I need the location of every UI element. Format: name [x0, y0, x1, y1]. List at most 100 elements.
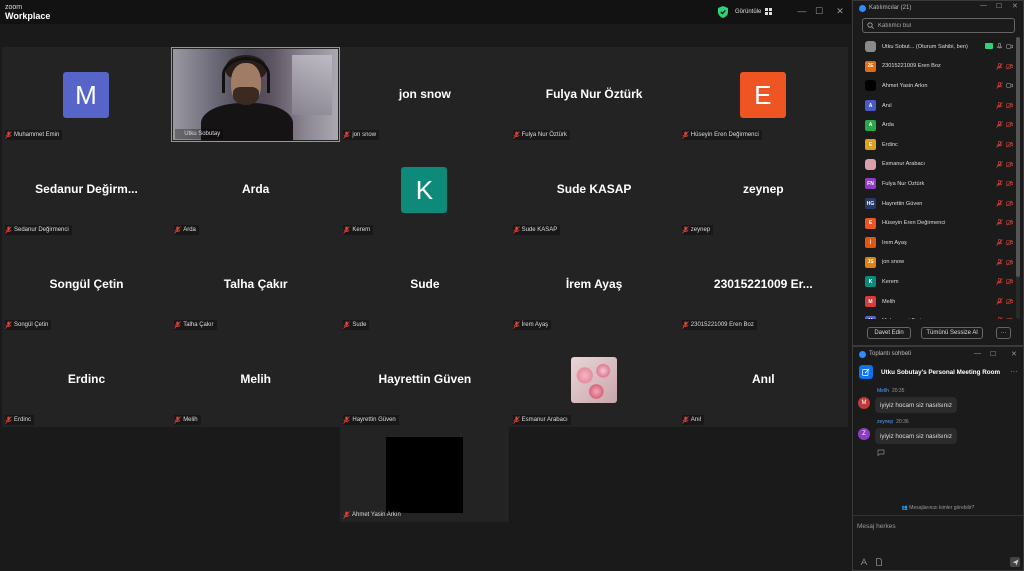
- minimize-icon[interactable]: —: [795, 4, 809, 18]
- participant-scrollbar[interactable]: [1016, 37, 1020, 319]
- tile-label-text: Fulya Nur Öztürk: [521, 132, 567, 138]
- participant-row[interactable]: HG Hayrettin Güven: [862, 194, 1014, 214]
- video-off-icon[interactable]: [1006, 219, 1013, 226]
- video-tile[interactable]: Anıl Anıl: [678, 332, 848, 427]
- participant-row[interactable]: Esmanur Arabacı: [862, 155, 1014, 175]
- participant-row[interactable]: İ İrem Ayaş: [862, 233, 1014, 253]
- mic-muted-icon[interactable]: [996, 317, 1003, 319]
- screen-share-icon[interactable]: [985, 43, 993, 49]
- video-tile[interactable]: Talha Çakır Talha Çakır: [171, 237, 341, 332]
- mic-muted-icon[interactable]: [996, 160, 1003, 168]
- format-text-icon[interactable]: [860, 558, 868, 566]
- video-tile[interactable]: Hayrettin Güven Hayrettin Güven: [340, 332, 510, 427]
- video-icon[interactable]: [1006, 43, 1013, 50]
- video-tile[interactable]: E Hüseyin Eren Değirmenci: [678, 47, 848, 142]
- video-off-icon[interactable]: [1006, 259, 1013, 266]
- chat-message-input[interactable]: [857, 519, 1019, 533]
- mic-muted-icon[interactable]: [996, 101, 1003, 109]
- close-icon[interactable]: ✕: [1011, 350, 1017, 358]
- participant-row[interactable]: E Erdinc: [862, 135, 1014, 155]
- mic-muted-icon[interactable]: [996, 140, 1003, 148]
- video-tile[interactable]: Esmanur Arabacı: [509, 332, 679, 427]
- video-tile[interactable]: K Kerem: [340, 142, 510, 237]
- video-tile[interactable]: jon snow jon snow: [340, 47, 510, 142]
- mic-muted-icon[interactable]: [996, 258, 1003, 266]
- video-tile[interactable]: Sude KASAP Sude KASAP: [509, 142, 679, 237]
- mic-muted-icon[interactable]: [996, 238, 1003, 246]
- participant-avatar: K: [865, 276, 876, 288]
- mic-muted-icon: [343, 321, 351, 329]
- chat-room-header[interactable]: Utku Sobutay's Personal Meeting Room: [859, 365, 1000, 379]
- participant-row[interactable]: K Kerem: [862, 272, 1014, 292]
- video-off-icon[interactable]: [1006, 102, 1013, 109]
- video-off-icon[interactable]: [1006, 141, 1013, 148]
- video-tile[interactable]: İrem Ayaş İrem Ayaş: [509, 237, 679, 332]
- participant-row[interactable]: A Anıl: [862, 96, 1014, 116]
- video-off-icon[interactable]: [1006, 278, 1013, 285]
- video-tile[interactable]: Sedanur Değirm... Sedanur Değirmenci: [2, 142, 171, 237]
- video-tile[interactable]: Arda Arda: [171, 142, 341, 237]
- participant-row[interactable]: M Muhammet Emin: [862, 311, 1014, 319]
- video-off-icon[interactable]: [1006, 200, 1013, 207]
- participant-controls: [996, 62, 1013, 70]
- participant-row[interactable]: Ahmet Yasin Arkın: [862, 76, 1014, 96]
- mic-muted-icon[interactable]: [996, 278, 1003, 285]
- participant-search[interactable]: [862, 18, 1015, 33]
- minimize-icon[interactable]: —: [980, 2, 987, 9]
- mic-muted-icon[interactable]: [996, 62, 1003, 70]
- invite-button[interactable]: Davet Edin: [867, 327, 911, 339]
- chat-sender[interactable]: zeynep: [877, 419, 893, 425]
- video-off-icon[interactable]: [1006, 180, 1013, 187]
- encryption-shield-icon[interactable]: [718, 6, 728, 18]
- video-off-icon[interactable]: [1006, 298, 1013, 305]
- participant-row[interactable]: JS jon snow: [862, 253, 1014, 273]
- maximize-icon[interactable]: ☐: [812, 4, 826, 18]
- close-icon[interactable]: ✕: [1012, 2, 1018, 10]
- participant-row[interactable]: FN Fulya Nur Öztürk: [862, 174, 1014, 194]
- video-tile-ahmet[interactable]: Ahmet Yasin Arkın: [340, 427, 509, 522]
- video-tile[interactable]: Melih Melih: [171, 332, 341, 427]
- send-button[interactable]: [1010, 557, 1020, 567]
- participant-name: Songül Çetin: [49, 277, 124, 291]
- video-tile[interactable]: zeynep zeynep: [678, 142, 848, 237]
- video-tile[interactable]: Songül Çetin Songül Çetin: [2, 237, 171, 332]
- participant-row[interactable]: 2E 23015221009 Eren Boz: [862, 57, 1014, 77]
- participant-search-input[interactable]: [878, 22, 1008, 29]
- mic-muted-icon[interactable]: [996, 82, 1003, 89]
- video-tile[interactable]: M Muhammet Emin: [2, 47, 171, 142]
- maximize-icon[interactable]: ☐: [990, 350, 996, 358]
- video-off-icon[interactable]: [1006, 317, 1013, 319]
- video-icon[interactable]: [1006, 82, 1013, 89]
- mic-muted-icon[interactable]: [996, 297, 1003, 305]
- mic-muted-icon[interactable]: [996, 121, 1003, 129]
- video-tile[interactable]: Erdinc Erdinc: [2, 332, 171, 427]
- mic-muted-icon[interactable]: [996, 219, 1003, 227]
- mic-muted-icon[interactable]: [996, 199, 1003, 207]
- close-icon[interactable]: ✕: [833, 4, 847, 18]
- minimize-icon[interactable]: —: [974, 350, 981, 357]
- participant-row[interactable]: Utku Sobut... (Oturum Sahibi, ben): [862, 37, 1014, 57]
- participant-row[interactable]: A Arda: [862, 115, 1014, 135]
- who-can-see-link[interactable]: 👥 Mesajlarınızı kimler görebilir?: [853, 505, 1023, 511]
- video-off-icon[interactable]: [1006, 121, 1013, 128]
- video-off-icon[interactable]: [1006, 161, 1013, 168]
- participant-row[interactable]: E Hüseyin Eren Değirmenci: [862, 213, 1014, 233]
- video-tile[interactable]: 23015221009 Er... 23015221009 Eren Boz: [678, 237, 848, 332]
- video-tile[interactable]: Utku Sobutay: [171, 47, 341, 142]
- reply-icon[interactable]: [877, 449, 885, 456]
- maximize-icon[interactable]: ☐: [996, 2, 1002, 10]
- chat-more-icon[interactable]: ···: [1010, 367, 1018, 376]
- participant-name: Sude KASAP: [556, 182, 632, 196]
- more-options-button[interactable]: ···: [996, 327, 1011, 339]
- chat-sender[interactable]: Melih: [877, 388, 889, 394]
- mic-muted-icon[interactable]: [996, 180, 1003, 187]
- file-icon[interactable]: [875, 558, 883, 566]
- video-tile[interactable]: Sude Sude: [340, 237, 510, 332]
- video-tile[interactable]: Fulya Nur Öztürk Fulya Nur Öztürk: [509, 47, 679, 142]
- video-off-icon[interactable]: [1006, 239, 1013, 246]
- participant-row[interactable]: M Melih: [862, 292, 1014, 312]
- mute-all-button[interactable]: Tümünü Sessize Al: [921, 327, 983, 339]
- video-off-icon[interactable]: [1006, 63, 1013, 70]
- view-button[interactable]: Görüntüle: [735, 3, 773, 20]
- mic-icon[interactable]: [996, 43, 1003, 50]
